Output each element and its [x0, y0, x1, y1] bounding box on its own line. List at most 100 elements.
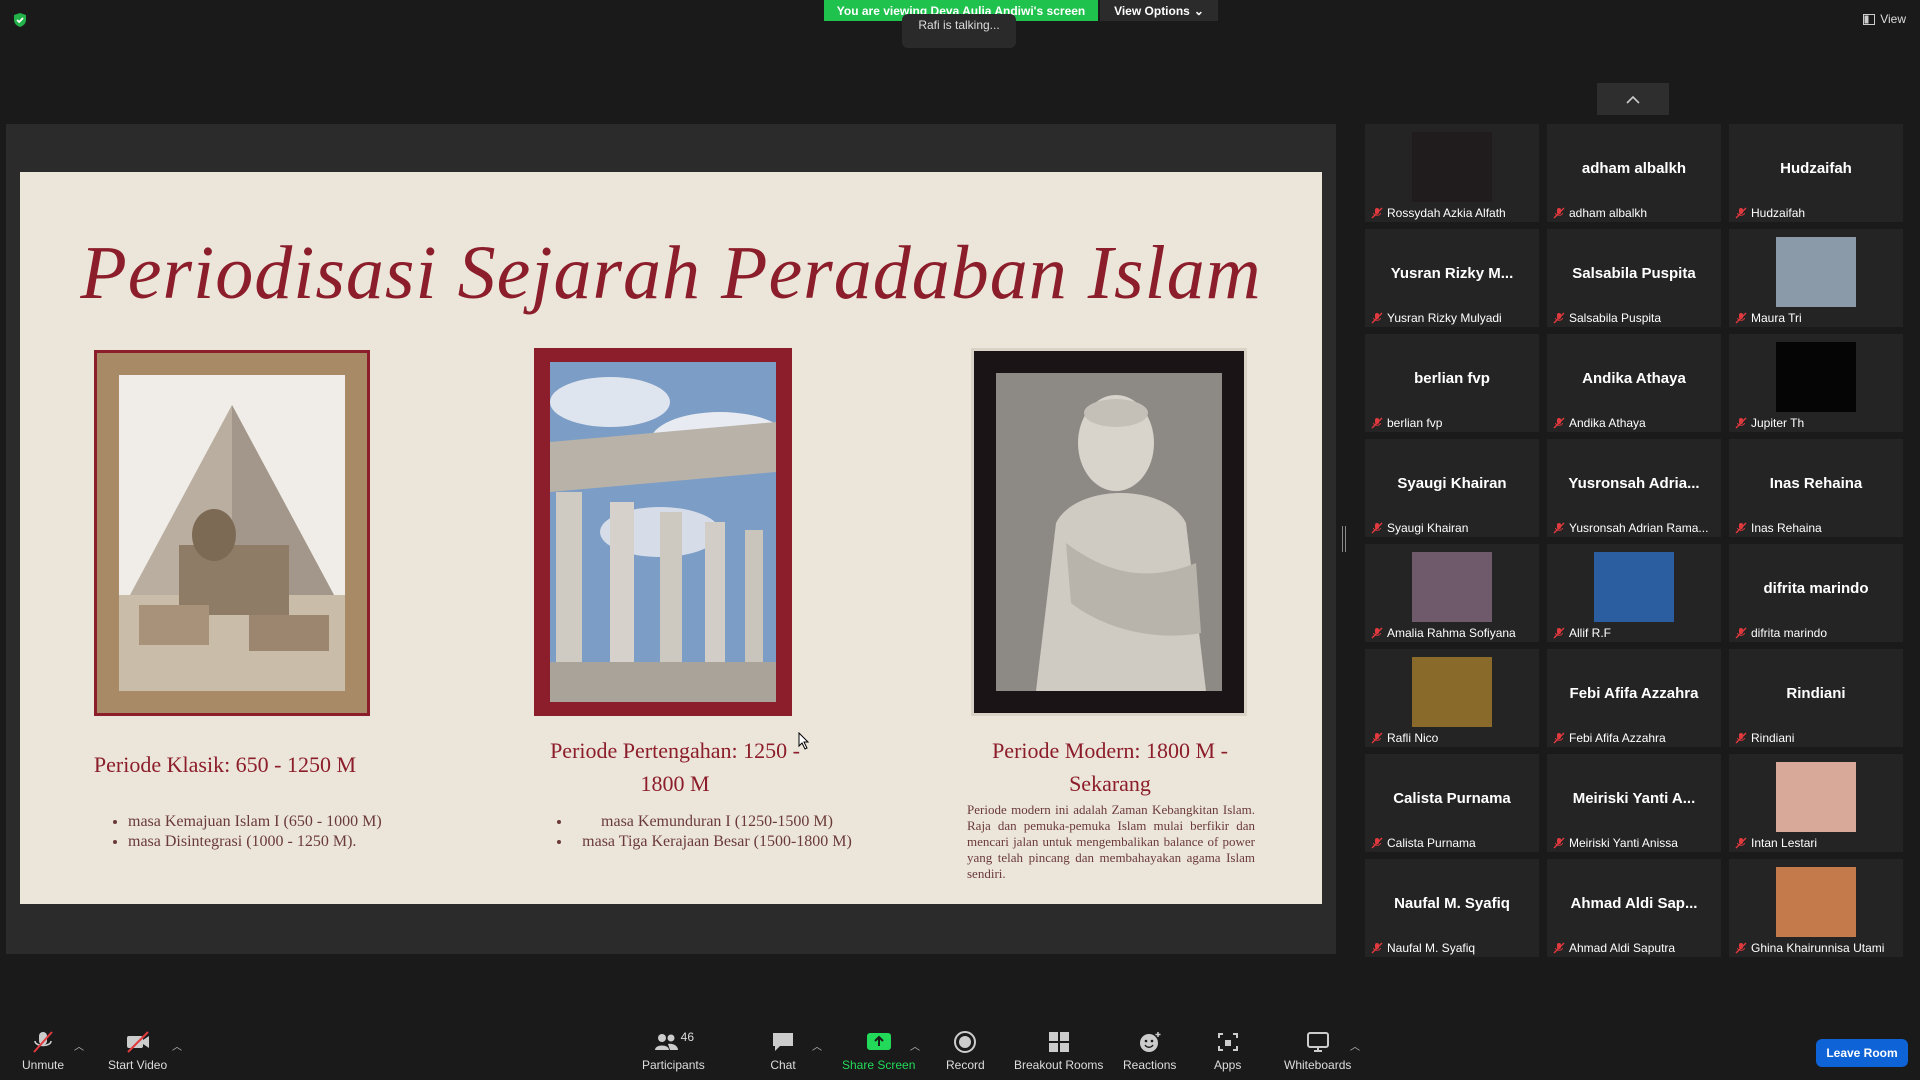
unmute-button[interactable]: Unmute	[22, 1030, 64, 1072]
participant-tile[interactable]: Hudzaifah Hudzaifah	[1729, 124, 1903, 222]
participant-name: Salsabila Puspita	[1569, 311, 1662, 325]
participant-name-label: Rafli Nico	[1371, 731, 1438, 745]
view-button[interactable]: View	[1863, 12, 1906, 26]
microphone-muted-icon	[1371, 627, 1383, 639]
participant-name: berlian fvp	[1387, 416, 1443, 430]
participant-tile[interactable]: Rossydah Azkia Alfath	[1365, 124, 1539, 222]
pyramid-picture-frame	[94, 350, 370, 716]
participant-tile[interactable]: Inas Rehaina Inas Rehaina	[1729, 439, 1903, 537]
participant-name: Syaugi Khairan	[1387, 521, 1469, 535]
participant-video-thumbnail	[1776, 342, 1856, 412]
participant-tile[interactable]: Naufal M. Syafiq Naufal M. Syafiq	[1365, 859, 1539, 957]
participant-tile[interactable]: Syaugi Khairan Syaugi Khairan	[1365, 439, 1539, 537]
list-item: masa Tiga Kerajaan Besar (1500-1800 M)	[572, 832, 862, 852]
apps-button[interactable]: Apps	[1214, 1030, 1241, 1072]
participant-tile[interactable]: Calista Purnama Calista Purnama	[1365, 754, 1539, 852]
participant-name-label: Meiriski Yanti Anissa	[1553, 836, 1678, 850]
chat-options-caret[interactable]: ︿	[812, 1038, 822, 1053]
participant-tile[interactable]: Amalia Rahma Sofiyana	[1365, 544, 1539, 642]
whiteboards-options-caret[interactable]: ︿	[1350, 1038, 1360, 1053]
share-screen-label: Share Screen	[842, 1058, 916, 1072]
participant-name: Calista Purnama	[1387, 836, 1476, 850]
collapse-gallery-button[interactable]	[1597, 83, 1669, 115]
start-video-button[interactable]: Start Video	[108, 1030, 167, 1072]
participant-name-label: Amalia Rahma Sofiyana	[1371, 626, 1516, 640]
participant-name: Rossydah Azkia Alfath	[1387, 206, 1506, 220]
list-item: masa Kemajuan Islam I (650 - 1000 M)	[128, 812, 390, 832]
participant-video-thumbnail	[1776, 867, 1856, 937]
participant-name-label: Salsabila Puspita	[1553, 311, 1661, 325]
participant-name-label: adham albalkh	[1553, 206, 1647, 220]
participant-video-thumbnail	[1594, 552, 1674, 622]
participant-display-name: Meiriski Yanti A...	[1572, 790, 1696, 807]
microphone-muted-icon	[1553, 207, 1565, 219]
microphone-muted-icon	[1371, 942, 1383, 954]
participants-button[interactable]: 46 Participants	[642, 1030, 705, 1072]
record-label: Record	[946, 1058, 985, 1072]
microphone-muted-icon	[1371, 417, 1383, 429]
participant-tile[interactable]: Maura Tri	[1729, 229, 1903, 327]
participant-tile[interactable]: adham albalkh adham albalkh	[1547, 124, 1721, 222]
participant-tile[interactable]: Rindiani Rindiani	[1729, 649, 1903, 747]
list-item: masa Disintegrasi (1000 - 1250 M).	[128, 832, 390, 852]
participant-tile[interactable]: berlian fvp berlian fvp	[1365, 334, 1539, 432]
microphone-muted-icon	[33, 1031, 53, 1053]
start-video-label: Start Video	[108, 1058, 168, 1072]
chat-button[interactable]: Chat	[770, 1030, 796, 1072]
panel-resize-handle[interactable]	[1342, 526, 1346, 552]
participant-name: Febi Afifa Azzahra	[1569, 731, 1666, 745]
leave-room-button[interactable]: Leave Room	[1816, 1039, 1908, 1067]
participant-display-name: Naufal M. Syafiq	[1394, 895, 1510, 912]
microphone-muted-icon	[1553, 837, 1565, 849]
participants-icon	[654, 1034, 678, 1050]
participant-name-label: Maura Tri	[1735, 311, 1802, 325]
microphone-muted-icon	[1553, 522, 1565, 534]
period-middle-list: masa Kemunduran I (1250-1500 M) masa Tig…	[552, 812, 862, 852]
participant-tile[interactable]: Yusronsah Adria... Yusronsah Adrian Rama.…	[1547, 439, 1721, 537]
microphone-muted-icon	[1735, 942, 1747, 954]
share-screen-icon	[866, 1033, 891, 1050]
participant-video-thumbnail	[1412, 552, 1492, 622]
parthenon-columns-image	[550, 362, 776, 702]
participant-name-label: Syaugi Khairan	[1371, 521, 1468, 535]
participant-tile[interactable]: Andika Athaya Andika Athaya	[1547, 334, 1721, 432]
participant-tile[interactable]: Meiriski Yanti A... Meiriski Yanti Anissa	[1547, 754, 1721, 852]
breakout-rooms-button[interactable]: Breakout Rooms	[1014, 1030, 1103, 1072]
microphone-muted-icon	[1735, 312, 1747, 324]
participant-tile[interactable]: Salsabila Puspita Salsabila Puspita	[1547, 229, 1721, 327]
participant-tile[interactable]: Ahmad Aldi Sap... Ahmad Aldi Saputra	[1547, 859, 1721, 957]
record-button[interactable]: Record	[946, 1030, 985, 1072]
participant-tile[interactable]: difrita marindo difrita marindo	[1729, 544, 1903, 642]
view-options-button[interactable]: View Options ⌄	[1100, 0, 1218, 21]
participant-video-thumbnail	[1412, 657, 1492, 727]
share-screen-button[interactable]: Share Screen	[842, 1030, 915, 1072]
participant-tile[interactable]: Allif R.F	[1547, 544, 1721, 642]
share-options-caret[interactable]: ︿	[910, 1038, 920, 1053]
record-icon	[954, 1031, 977, 1053]
security-shield-icon[interactable]	[12, 12, 28, 28]
participant-tile[interactable]: Yusran Rizky M... Yusran Rizky Mulyadi	[1365, 229, 1539, 327]
participant-display-name: difrita marindo	[1763, 580, 1869, 597]
participant-name: Maura Tri	[1751, 311, 1802, 325]
whiteboards-button[interactable]: Whiteboards	[1284, 1030, 1351, 1072]
participant-tile[interactable]: Jupiter Th	[1729, 334, 1903, 432]
view-label: View	[1880, 12, 1906, 26]
participant-display-name: Inas Rehaina	[1769, 475, 1863, 492]
reactions-label: Reactions	[1123, 1058, 1177, 1072]
participant-name-label: Calista Purnama	[1371, 836, 1476, 850]
participant-tile[interactable]: Ghina Khairunnisa Utami	[1729, 859, 1903, 957]
statue-picture-frame	[971, 348, 1247, 716]
period-modern-description: Periode modern ini adalah Zaman Kebangki…	[967, 802, 1255, 881]
reactions-button[interactable]: Reactions	[1123, 1030, 1176, 1072]
audio-options-caret[interactable]: ︿	[74, 1038, 84, 1053]
participant-name-label: Febi Afifa Azzahra	[1553, 731, 1666, 745]
participant-name: Ahmad Aldi Saputra	[1569, 941, 1676, 955]
whiteboards-label: Whiteboards	[1284, 1058, 1352, 1072]
active-speaker-indicator: Rafi is talking...	[902, 14, 1016, 48]
participant-name: Yusronsah Adrian Rama...	[1569, 521, 1709, 535]
participant-tile[interactable]: Febi Afifa Azzahra Febi Afifa Azzahra	[1547, 649, 1721, 747]
video-options-caret[interactable]: ︿	[172, 1038, 182, 1053]
participant-tile[interactable]: Rafli Nico	[1365, 649, 1539, 747]
participant-tile[interactable]: Intan Lestari	[1729, 754, 1903, 852]
apps-label: Apps	[1214, 1058, 1242, 1072]
